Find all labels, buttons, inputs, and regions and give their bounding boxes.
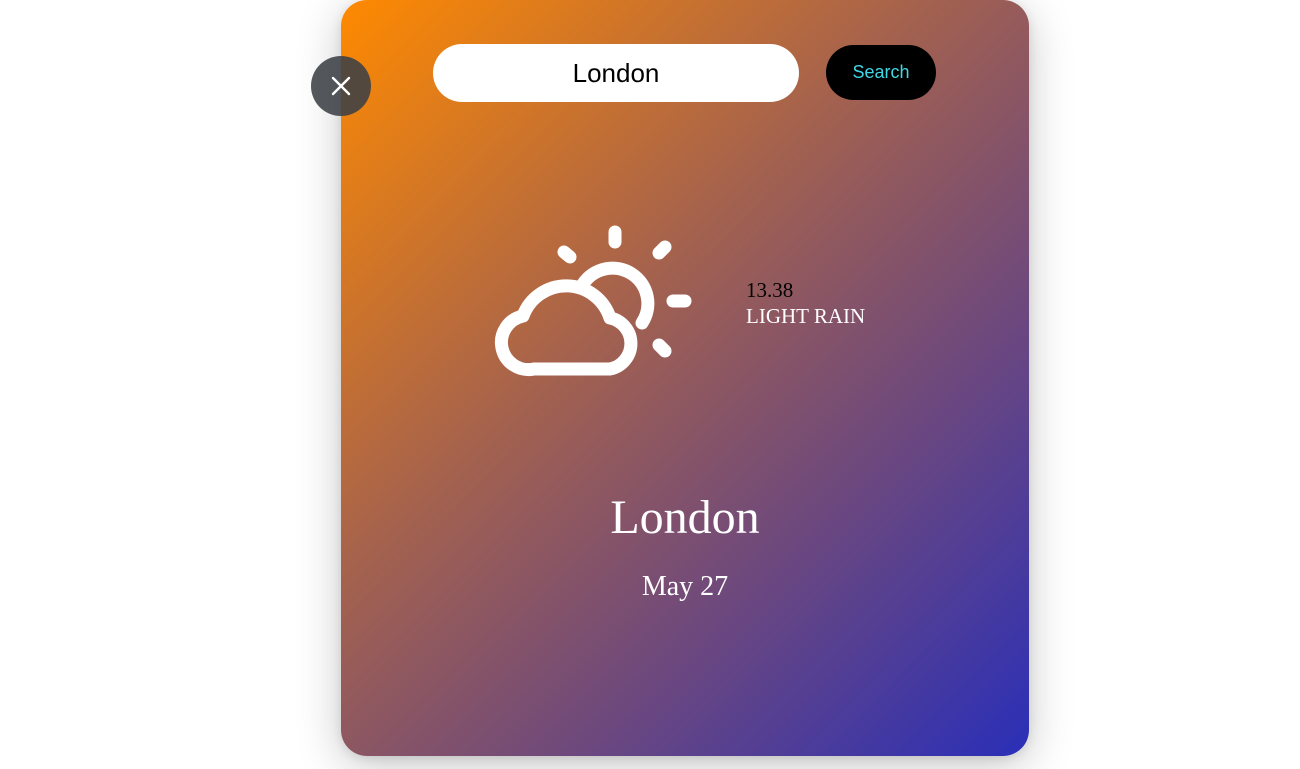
city-name: London — [610, 491, 760, 544]
date-label: May 27 — [641, 571, 729, 602]
search-input[interactable] — [433, 44, 799, 102]
close-button[interactable] — [311, 56, 371, 116]
temperature-value: 13.38 — [746, 278, 794, 302]
search-button[interactable]: Search — [826, 45, 936, 100]
close-icon — [331, 76, 351, 96]
partly-cloudy-icon — [494, 225, 692, 377]
weather-description: LIGHT RAIN — [746, 304, 866, 328]
